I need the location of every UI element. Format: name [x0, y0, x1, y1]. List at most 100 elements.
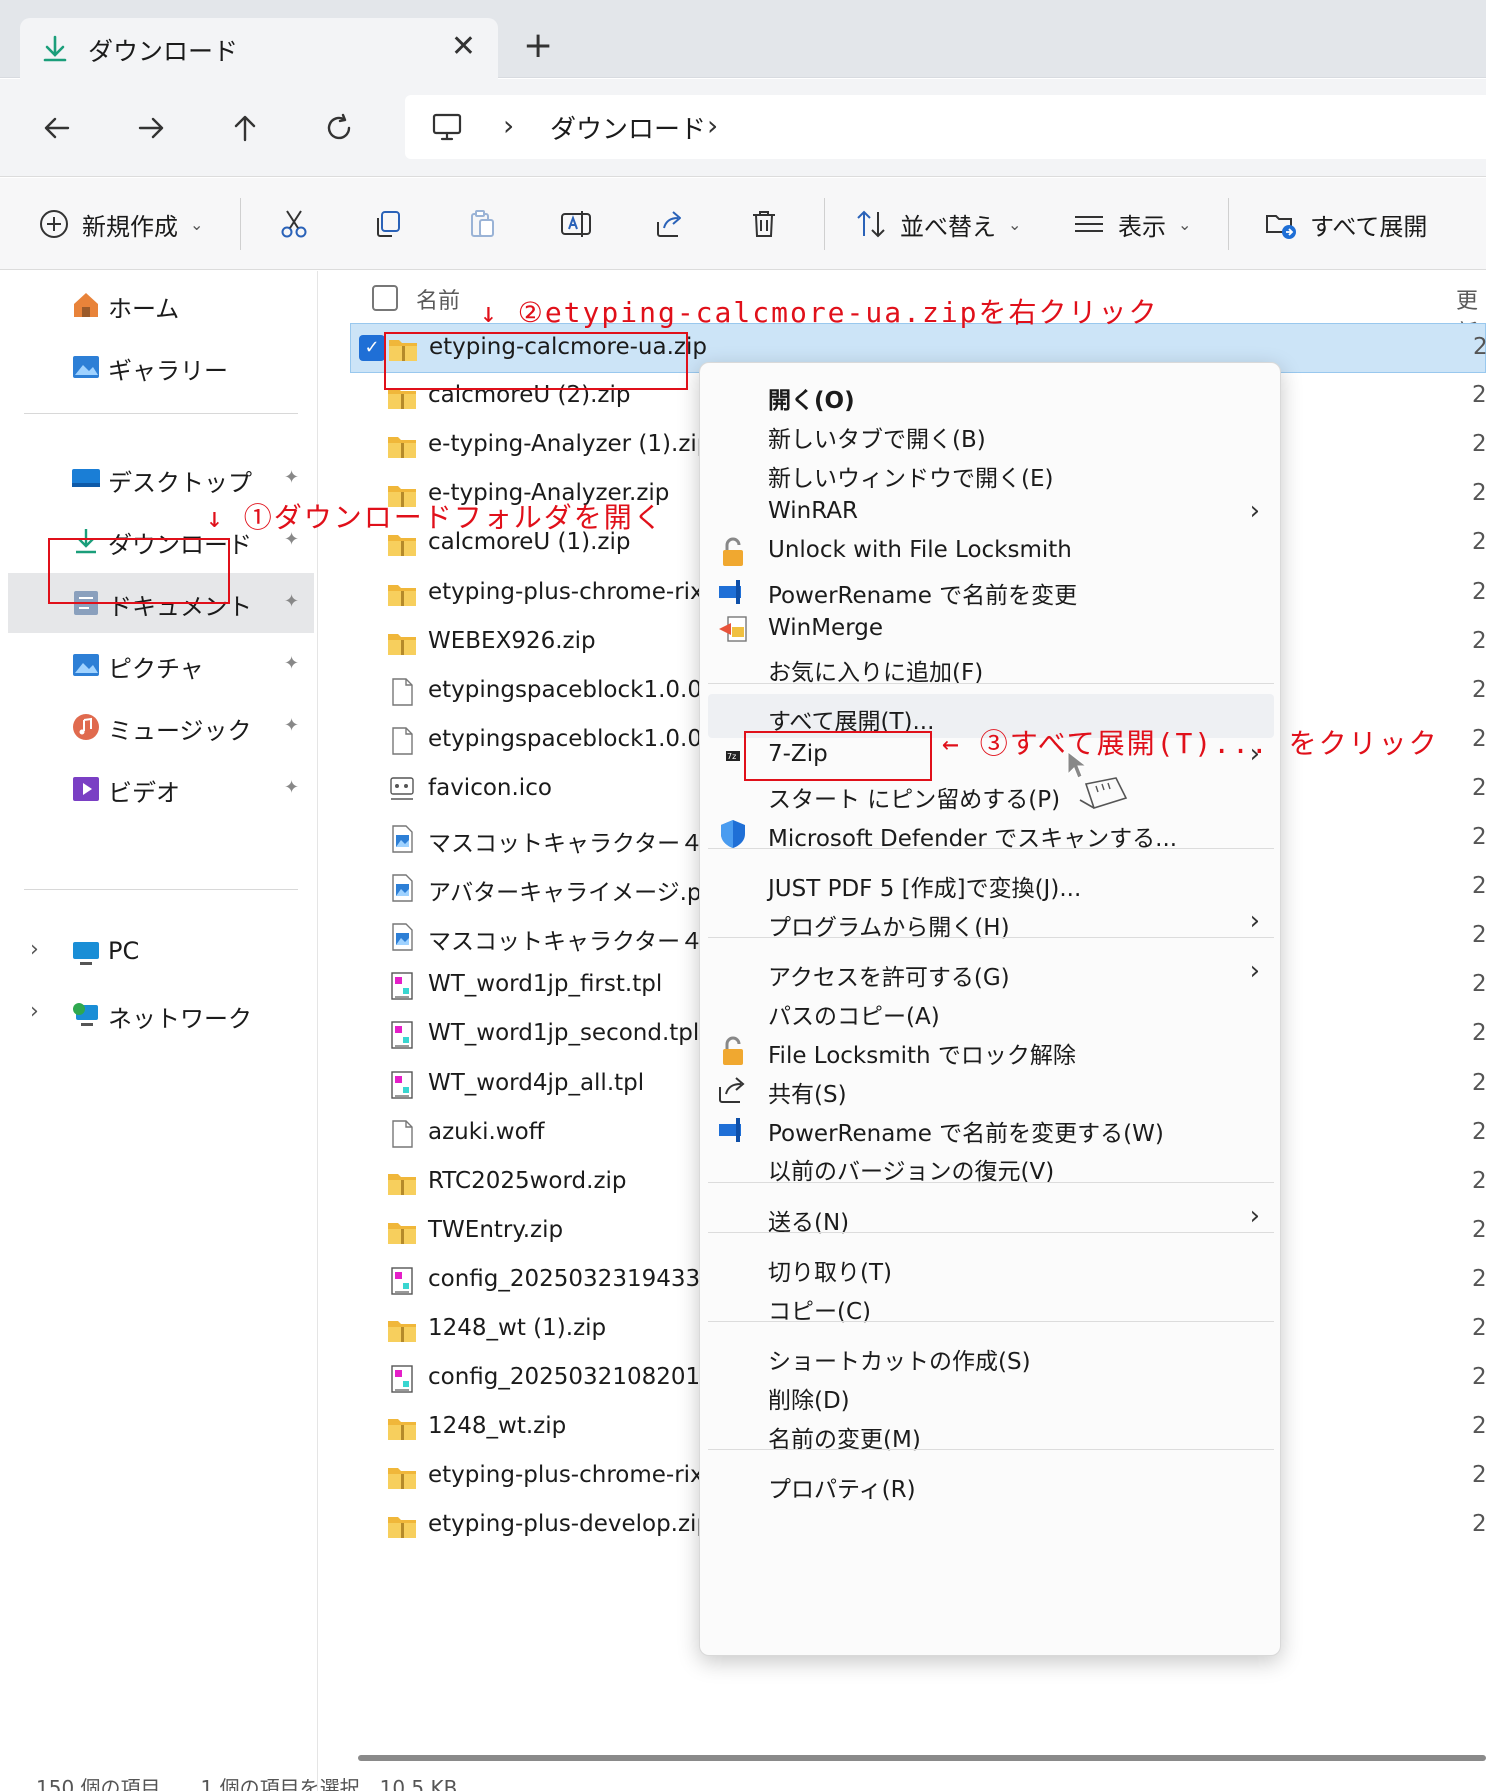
menu-item[interactable]: File Locksmith でロック解除 — [700, 1028, 1282, 1072]
file-name: config_20250323194336.t — [428, 1265, 732, 1292]
menu-item[interactable]: パスのコピー(A) — [700, 989, 1282, 1033]
menu-item-label: Unlock with File Locksmith — [768, 537, 1072, 563]
sidebar-item-music[interactable]: ミュージック ✦ — [8, 697, 314, 757]
sidebar-item-network[interactable]: › ネットワーク — [8, 985, 314, 1045]
pc-icon — [73, 942, 99, 965]
chevron-down-icon: ⌄ — [1178, 214, 1192, 234]
sidebar-item-label: ネットワーク — [108, 1005, 252, 1033]
video-icon — [73, 777, 99, 801]
breadcrumb-chevron-icon[interactable]: › — [707, 109, 718, 142]
sort-button[interactable]: 並べ替え ⌄ — [854, 200, 1021, 248]
pin-icon[interactable]: ✦ — [284, 591, 299, 612]
menu-item[interactable]: 新しいタブで開く(B) — [700, 412, 1282, 456]
file-modified-date: 202 — [1472, 873, 1486, 900]
menu-item-label: JUST PDF 5 [作成]で変換(J)... — [768, 876, 1082, 902]
share-button[interactable] — [654, 200, 686, 248]
menu-separator — [708, 1182, 1274, 1183]
file-name: config_20250321082013.t — [428, 1364, 732, 1391]
column-header-name[interactable]: 名前 — [416, 283, 460, 315]
delete-button[interactable] — [748, 200, 780, 248]
breadcrumb-downloads[interactable]: ダウンロード — [550, 109, 706, 146]
paste-button[interactable] — [466, 200, 498, 248]
defender-shield-icon — [716, 817, 750, 851]
menu-item[interactable]: 削除(D) — [700, 1373, 1282, 1417]
menu-item-label: 切り取り(T) — [768, 1260, 892, 1286]
file-name: etypingspaceblock1.0.0 (1 — [428, 676, 733, 703]
up-button[interactable] — [222, 105, 268, 151]
powerrename-icon — [716, 1112, 750, 1146]
file-modified-date: 202 — [1472, 1315, 1486, 1341]
file-name: etyping-plus-develop.zip — [428, 1511, 712, 1538]
arrow-up-icon — [234, 115, 256, 142]
extract-all-button[interactable]: すべて展開 — [1264, 200, 1427, 248]
chevron-right-icon[interactable]: › — [30, 937, 39, 962]
menu-item-label: プロパティ(R) — [768, 1477, 916, 1503]
menu-item-label: パスのコピー(A) — [768, 1004, 940, 1030]
address-bar[interactable]: › ダウンロード › — [405, 95, 1486, 159]
menu-separator — [708, 937, 1274, 938]
select-all-checkbox[interactable] — [372, 285, 398, 311]
zip-folder-icon — [386, 579, 418, 609]
zip-folder-icon — [386, 431, 418, 461]
pin-icon[interactable]: ✦ — [284, 467, 299, 488]
breadcrumb-chevron-icon[interactable]: › — [503, 109, 514, 142]
sidebar-item-pc[interactable]: › PC — [8, 923, 314, 983]
pin-icon[interactable]: ✦ — [284, 777, 299, 798]
forward-button[interactable] — [128, 105, 174, 151]
menu-item[interactable]: WinRAR › — [700, 490, 1282, 534]
horizontal-scrollbar[interactable] — [358, 1755, 1486, 1761]
file-icon — [386, 726, 418, 756]
pointer-icon — [1067, 750, 1128, 809]
template-file-icon — [386, 1070, 418, 1100]
pin-icon[interactable]: ✦ — [284, 653, 299, 674]
file-modified-date: 202 — [1472, 1216, 1486, 1243]
copy-button[interactable] — [372, 200, 404, 248]
menu-item[interactable]: 開く(O) — [700, 373, 1282, 417]
menu-item[interactable]: 共有(S) — [700, 1067, 1282, 1111]
cut-button[interactable] — [278, 200, 310, 248]
pin-icon[interactable]: ✦ — [284, 715, 299, 736]
refresh-button[interactable] — [316, 105, 362, 151]
sidebar-item-gallery[interactable]: ギャラリー — [8, 337, 314, 397]
extract-all-label: すべて展開 — [1310, 212, 1428, 241]
zip-folder-icon — [386, 1315, 418, 1345]
menu-item[interactable]: ショートカットの作成(S) — [700, 1334, 1282, 1378]
annotation-box-downloads — [48, 538, 230, 604]
file-modified-date: 202 — [1472, 1118, 1486, 1145]
new-tab-button[interactable]: + — [523, 28, 553, 64]
menu-item-label: スタート にピン留めする(P) — [768, 787, 1061, 813]
menu-item[interactable]: 切り取り(T) — [700, 1245, 1282, 1289]
file-name: アバターキャライメージ.png — [428, 880, 731, 907]
row-checkbox[interactable]: ✓ — [359, 335, 385, 361]
close-tab-icon[interactable]: ✕ — [451, 32, 476, 62]
tab-downloads[interactable]: ダウンロード ✕ — [20, 18, 498, 80]
sidebar-item-videos[interactable]: ビデオ ✦ — [8, 759, 314, 819]
tab-bar: ダウンロード ✕ + — [0, 0, 1486, 80]
file-modified-date: 202 — [1472, 1364, 1486, 1391]
sidebar-item-label: ピクチャ — [108, 655, 204, 683]
menu-item[interactable]: プロパティ(R) — [700, 1462, 1282, 1506]
menu-item-label: アクセスを許可する(G) — [768, 965, 1010, 991]
sidebar-item-home[interactable]: ホーム — [8, 275, 314, 335]
menu-item[interactable]: Unlock with File Locksmith — [700, 529, 1282, 573]
view-button[interactable]: 表示 ⌄ — [1072, 200, 1191, 248]
menu-item-label: 開く(O) — [768, 388, 855, 414]
menu-item[interactable]: JUST PDF 5 [作成]で変換(J)... — [700, 861, 1282, 905]
chevron-right-icon[interactable]: › — [30, 999, 39, 1024]
menu-item[interactable]: 新しいウィンドウで開く(E) — [700, 451, 1282, 495]
sort-label: 並べ替え — [900, 212, 996, 241]
rename-button[interactable] — [560, 200, 594, 248]
file-name: WT_word1jp_first.tpl — [428, 971, 663, 998]
file-modified-date: 202 — [1472, 1413, 1486, 1440]
svg-text:7z: 7z — [727, 752, 736, 761]
back-button[interactable] — [34, 105, 80, 151]
menu-item[interactable]: PowerRename で名前を変更 — [700, 568, 1282, 612]
scissors-icon — [281, 210, 307, 238]
menu-item[interactable]: アクセスを許可する(G) › — [700, 950, 1282, 994]
music-icon — [73, 714, 99, 740]
new-button[interactable]: 新規作成 ⌄ — [38, 200, 203, 248]
menu-item-label: File Locksmith でロック解除 — [768, 1043, 1076, 1069]
annotation-box-extract — [744, 731, 932, 781]
sidebar-item-pictures[interactable]: ピクチャ ✦ — [8, 635, 314, 695]
file-modified-date: 202 — [1472, 627, 1486, 654]
